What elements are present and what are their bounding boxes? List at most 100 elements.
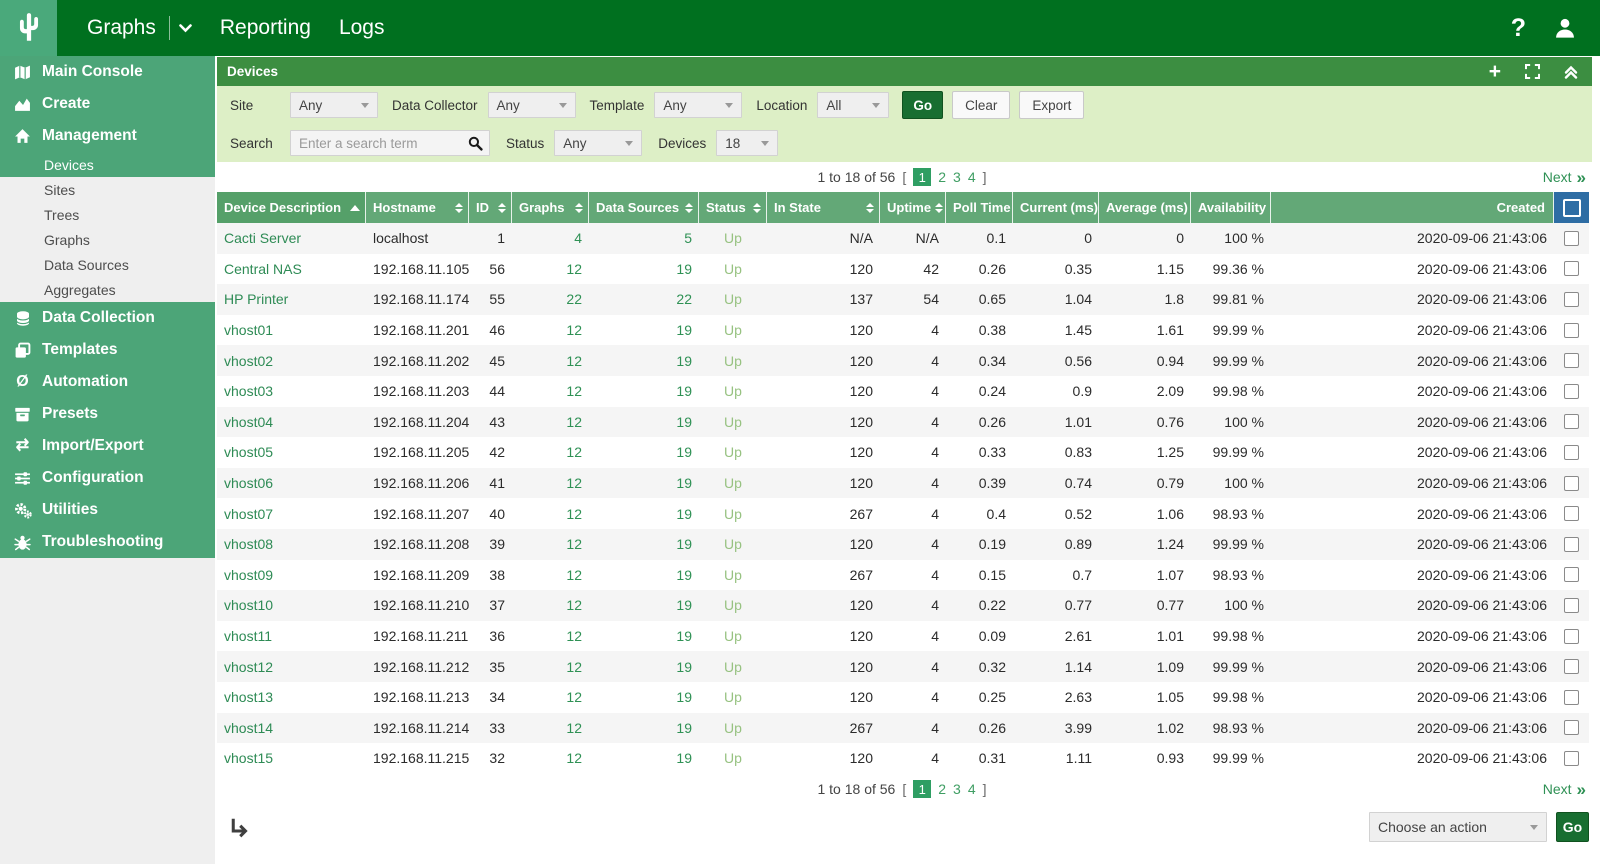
device-link[interactable]: vhost15 xyxy=(217,750,366,766)
data-collector-filter-select[interactable]: Any xyxy=(488,92,576,118)
page-link-2[interactable]: 2 xyxy=(938,169,946,185)
device-link[interactable]: vhost08 xyxy=(217,536,366,552)
cacti-logo[interactable] xyxy=(0,0,57,56)
device-link[interactable]: HP Printer xyxy=(217,291,366,307)
devices-per-page-select[interactable]: 18 xyxy=(716,130,778,156)
row-checkbox[interactable] xyxy=(1564,445,1579,460)
row-checkbox[interactable] xyxy=(1564,751,1579,766)
row-checkbox[interactable] xyxy=(1564,598,1579,613)
device-link[interactable]: vhost11 xyxy=(217,628,366,644)
status-filter-select[interactable]: Any xyxy=(554,130,642,156)
device-link[interactable]: Cacti Server xyxy=(217,230,366,246)
column-header-status[interactable]: Status xyxy=(699,192,767,223)
sidebar-item-automation[interactable]: ØAutomation xyxy=(0,366,215,398)
clear-button[interactable]: Clear xyxy=(952,91,1010,119)
page-link-3[interactable]: 3 xyxy=(953,781,961,797)
sidebar-item-import-export[interactable]: ⇄Import/Export xyxy=(0,430,215,462)
page-link-2[interactable]: 2 xyxy=(938,781,946,797)
device-link[interactable]: vhost14 xyxy=(217,720,366,736)
chevron-down-icon[interactable] xyxy=(179,24,192,33)
nav-tab-reporting[interactable]: Reporting xyxy=(220,16,311,40)
device-link[interactable]: vhost10 xyxy=(217,597,366,613)
user-icon[interactable] xyxy=(1554,17,1576,39)
sidebar-item-data-collection[interactable]: Data Collection xyxy=(0,302,215,334)
go-button[interactable]: Go xyxy=(902,91,943,119)
device-link[interactable]: vhost06 xyxy=(217,475,366,491)
device-link[interactable]: vhost04 xyxy=(217,414,366,430)
row-checkbox[interactable] xyxy=(1564,629,1579,644)
column-header-hostname[interactable]: Hostname xyxy=(366,192,469,223)
nav-tab-graphs[interactable]: Graphs xyxy=(87,16,192,40)
sidebar-item-troubleshooting[interactable]: Troubleshooting xyxy=(0,526,215,558)
device-link[interactable]: vhost12 xyxy=(217,659,366,675)
device-link[interactable]: Central NAS xyxy=(217,261,366,277)
row-checkbox[interactable] xyxy=(1564,261,1579,276)
column-header-availability[interactable]: Availability xyxy=(1191,192,1271,223)
select-all-checkbox[interactable] xyxy=(1563,199,1581,217)
add-device-icon[interactable]: + xyxy=(1489,61,1501,82)
sort-icon[interactable] xyxy=(866,203,874,213)
location-filter-select[interactable]: All xyxy=(817,92,889,118)
page-link-4[interactable]: 4 xyxy=(968,781,976,797)
page-link-4[interactable]: 4 xyxy=(968,169,976,185)
sidebar-item-aggregates[interactable]: Aggregates xyxy=(0,277,215,302)
sort-ascending-icon[interactable] xyxy=(350,205,360,211)
column-header-device-description[interactable]: Device Description xyxy=(217,192,366,223)
row-checkbox[interactable] xyxy=(1564,506,1579,521)
device-link[interactable]: vhost09 xyxy=(217,567,366,583)
row-checkbox[interactable] xyxy=(1564,690,1579,705)
sort-icon[interactable] xyxy=(753,203,761,213)
next-page-link[interactable]: Next» xyxy=(1543,169,1586,186)
action-go-button[interactable]: Go xyxy=(1556,812,1589,842)
site-filter-select[interactable]: Any xyxy=(290,92,378,118)
search-icon[interactable] xyxy=(468,136,483,151)
column-header-graphs[interactable]: Graphs xyxy=(512,192,589,223)
row-checkbox[interactable] xyxy=(1564,537,1579,552)
column-header-poll-time[interactable]: Poll Time xyxy=(946,192,1013,223)
column-header-in-state[interactable]: In State xyxy=(767,192,880,223)
sort-icon[interactable] xyxy=(575,203,583,213)
row-checkbox[interactable] xyxy=(1564,384,1579,399)
device-link[interactable]: vhost03 xyxy=(217,383,366,399)
sidebar-item-templates[interactable]: Templates xyxy=(0,334,215,366)
sidebar-item-sites[interactable]: Sites xyxy=(0,177,215,202)
row-checkbox[interactable] xyxy=(1564,353,1579,368)
sort-icon[interactable] xyxy=(455,203,463,213)
column-header-average-ms[interactable]: Average (ms) xyxy=(1099,192,1191,223)
sidebar-item-trees[interactable]: Trees xyxy=(0,202,215,227)
template-filter-select[interactable]: Any xyxy=(654,92,742,118)
sidebar-item-management[interactable]: Management xyxy=(0,120,215,152)
device-link[interactable]: vhost13 xyxy=(217,689,366,705)
row-checkbox[interactable] xyxy=(1564,659,1579,674)
column-header-data-sources[interactable]: Data Sources xyxy=(589,192,699,223)
column-header-id[interactable]: ID xyxy=(469,192,512,223)
search-input[interactable] xyxy=(290,130,490,156)
row-checkbox[interactable] xyxy=(1564,476,1579,491)
nav-tab-logs[interactable]: Logs xyxy=(339,16,385,40)
sidebar-item-main-console[interactable]: Main Console xyxy=(0,56,215,88)
sort-icon[interactable] xyxy=(685,203,693,213)
sidebar-item-presets[interactable]: Presets xyxy=(0,398,215,430)
sidebar-item-create[interactable]: Create xyxy=(0,88,215,120)
column-header-current-ms[interactable]: Current (ms) xyxy=(1013,192,1099,223)
sort-icon[interactable] xyxy=(935,203,943,213)
device-link[interactable]: vhost01 xyxy=(217,322,366,338)
sidebar-item-data-sources[interactable]: Data Sources xyxy=(0,252,215,277)
collapse-panel-icon[interactable] xyxy=(1564,65,1578,79)
row-checkbox[interactable] xyxy=(1564,567,1579,582)
device-link[interactable]: vhost02 xyxy=(217,353,366,369)
page-link-3[interactable]: 3 xyxy=(953,169,961,185)
device-link[interactable]: vhost07 xyxy=(217,506,366,522)
row-checkbox[interactable] xyxy=(1564,414,1579,429)
sidebar-item-configuration[interactable]: Configuration xyxy=(0,462,215,494)
sidebar-item-graphs[interactable]: Graphs xyxy=(0,227,215,252)
device-link[interactable]: vhost05 xyxy=(217,444,366,460)
row-checkbox[interactable] xyxy=(1564,720,1579,735)
sort-icon[interactable] xyxy=(498,203,506,213)
export-button[interactable]: Export xyxy=(1019,91,1084,119)
help-icon[interactable]: ? xyxy=(1511,16,1526,41)
row-checkbox[interactable] xyxy=(1564,231,1579,246)
action-select[interactable]: Choose an action xyxy=(1369,812,1547,842)
row-checkbox[interactable] xyxy=(1564,292,1579,307)
sidebar-item-utilities[interactable]: Utilities xyxy=(0,494,215,526)
